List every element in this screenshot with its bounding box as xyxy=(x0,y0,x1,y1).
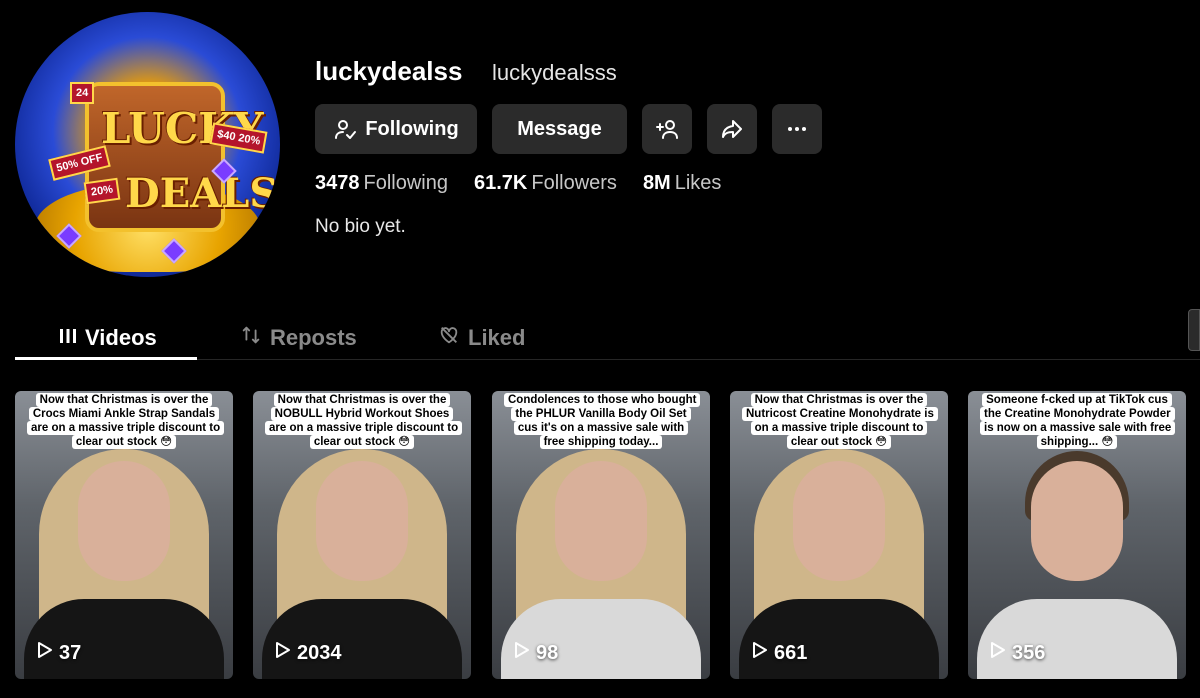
tab-label: Videos xyxy=(85,325,157,350)
play-count: 356 xyxy=(990,641,1045,665)
play-count-value: 37 xyxy=(59,641,82,664)
play-count: 98 xyxy=(514,641,558,665)
message-button[interactable]: Message xyxy=(492,104,627,154)
tab-reposts[interactable]: Reposts xyxy=(240,318,357,358)
stat-following[interactable]: 3478 Following xyxy=(315,172,448,195)
video-card[interactable]: Now that Christmas is over the NOBULL Hy… xyxy=(253,391,471,679)
tab-liked[interactable]: Liked xyxy=(438,318,525,358)
video-thumbnail-face xyxy=(316,461,408,581)
stat-value: 8M xyxy=(642,172,671,194)
profile-bio: No bio yet. xyxy=(315,216,406,237)
stat-label: Followers xyxy=(531,172,617,194)
play-count-value: 2034 xyxy=(297,641,342,664)
video-card[interactable]: Now that Christmas is over the Crocs Mia… xyxy=(15,391,233,679)
profile-tabs: Videos Reposts Liked xyxy=(15,310,1200,360)
video-thumbnail-face xyxy=(555,461,647,581)
video-thumbnail-face xyxy=(793,461,885,581)
stat-value: 61.7K xyxy=(473,172,528,194)
active-tab-indicator xyxy=(15,357,197,360)
stat-value: 3478 xyxy=(315,172,360,194)
user-check-icon xyxy=(333,117,357,141)
play-count: 37 xyxy=(37,641,81,665)
video-thumbnail-shirt xyxy=(501,599,701,679)
video-thumbnail-face xyxy=(78,461,170,581)
play-count: 661 xyxy=(752,641,807,665)
video-card[interactable]: Someone f-cked up at TikTok cus the Crea… xyxy=(968,391,1186,679)
avatar-word-deals: DEALS xyxy=(125,170,279,217)
profile-nickname: luckydealsss xyxy=(492,60,617,85)
video-thumbnail-shirt xyxy=(262,599,462,679)
stat-label: Likes xyxy=(674,172,722,194)
play-icon xyxy=(514,641,530,665)
more-icon xyxy=(785,117,809,141)
avatar-tag-24: 24 xyxy=(70,82,95,104)
profile-avatar[interactable]: LUCKY DEALS 50% OFF $40 20% 20% 24 xyxy=(15,12,280,277)
add-friend-button[interactable] xyxy=(642,104,692,154)
play-icon xyxy=(275,641,291,665)
following-button[interactable]: Following xyxy=(315,104,477,154)
play-icon xyxy=(37,641,53,665)
liked-icon xyxy=(438,324,460,352)
video-caption: Now that Christmas is over the Crocs Mia… xyxy=(27,393,225,449)
tab-videos[interactable]: Videos xyxy=(59,318,157,358)
video-caption: Someone f-cked up at TikTok cus the Crea… xyxy=(980,393,1176,449)
stat-likes: 8M Likes xyxy=(643,172,722,195)
tab-label: Reposts xyxy=(270,325,357,350)
play-icon xyxy=(752,641,768,665)
video-caption: Now that Christmas is over the Nutricost… xyxy=(742,393,938,449)
add-user-icon xyxy=(655,117,679,141)
scrollbar-handle[interactable] xyxy=(1188,309,1200,351)
profile-username: luckydealss xyxy=(315,56,463,86)
more-button[interactable] xyxy=(772,104,822,154)
video-thumbnail-shirt xyxy=(24,599,224,679)
stat-label: Following xyxy=(363,172,448,194)
video-thumbnail-shirt xyxy=(977,599,1177,679)
profile-stats: 3478 Following 61.7K Followers 8M Likes xyxy=(315,172,747,195)
grid-icon xyxy=(59,325,77,351)
repost-icon xyxy=(240,324,262,352)
video-thumbnail-face xyxy=(1031,461,1123,581)
video-card[interactable]: Now that Christmas is over the Nutricost… xyxy=(730,391,948,679)
video-card[interactable]: Condolences to those who bought the PHLU… xyxy=(492,391,710,679)
share-icon xyxy=(720,117,744,141)
share-button[interactable] xyxy=(707,104,757,154)
avatar-tag-20: 20% xyxy=(83,177,121,205)
video-caption: Condolences to those who bought the PHLU… xyxy=(504,393,701,449)
video-thumbnail-shirt xyxy=(739,599,939,679)
play-count: 2034 xyxy=(275,641,342,665)
following-button-label: Following xyxy=(365,117,459,140)
play-count-value: 98 xyxy=(536,641,559,664)
play-icon xyxy=(990,641,1006,665)
video-caption: Now that Christmas is over the NOBULL Hy… xyxy=(265,393,463,449)
play-count-value: 661 xyxy=(774,641,808,664)
stat-followers[interactable]: 61.7K Followers xyxy=(474,172,617,195)
play-count-value: 356 xyxy=(1012,641,1046,664)
tab-label: Liked xyxy=(468,325,526,350)
